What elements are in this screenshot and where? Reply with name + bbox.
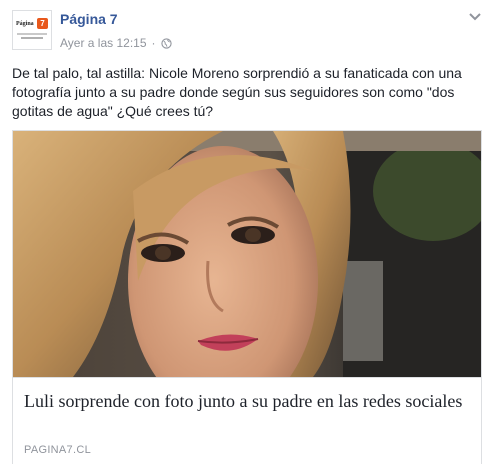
chevron-down-icon[interactable] [468, 12, 482, 22]
post-meta: Ayer a las 12:15 · [60, 36, 172, 50]
portrait-photo [13, 131, 481, 377]
page-avatar[interactable]: Página 7 [12, 10, 52, 50]
post-header: Página 7 Página 7 Ayer a las 12:15 · [12, 10, 482, 54]
post-timestamp[interactable]: Ayer a las 12:15 [60, 36, 147, 50]
globe-icon [160, 37, 172, 49]
avatar-logo-line [17, 33, 47, 35]
facebook-post: Página 7 Página 7 Ayer a las 12:15 · De … [0, 0, 494, 464]
link-title[interactable]: Luli sorprende con foto junto a su padre… [24, 390, 464, 412]
avatar-logo-line [21, 37, 43, 39]
meta-separator: · [151, 36, 156, 50]
link-caption[interactable]: Luli sorprende con foto junto a su padre… [13, 377, 481, 464]
post-text: De tal palo, tal astilla: Nicole Moreno … [12, 65, 462, 119]
link-preview-image[interactable] [13, 131, 481, 377]
avatar-logo-badge: 7 [37, 18, 48, 29]
avatar-logo-word: Página [16, 21, 34, 27]
link-domain: PAGINA7.CL [24, 444, 91, 456]
link-preview-card[interactable]: Luli sorprende con foto junto a su padre… [12, 130, 482, 464]
page-name-link[interactable]: Página 7 [60, 11, 118, 27]
